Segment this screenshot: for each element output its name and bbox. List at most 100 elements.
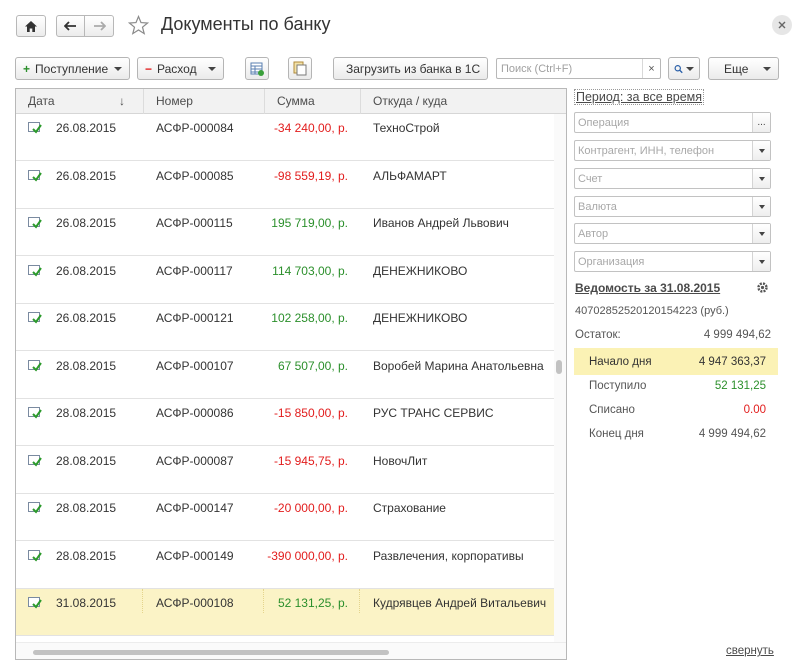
received-value: 52 131,25 bbox=[714, 380, 766, 392]
vertical-scroll-thumb[interactable] bbox=[556, 360, 562, 374]
back-button[interactable] bbox=[56, 15, 85, 37]
search-input[interactable]: Поиск (Ctrl+F) × bbox=[496, 58, 661, 79]
counterparty-dropdown-button[interactable] bbox=[752, 141, 770, 160]
counterparty-placeholder: Контрагент, ИНН, телефон bbox=[578, 145, 715, 157]
written-off-label: Списано bbox=[589, 404, 635, 416]
horizontal-scrollbar[interactable] bbox=[16, 642, 566, 659]
received-label: Поступило bbox=[589, 380, 647, 392]
period-link[interactable]: Период: за все время bbox=[574, 89, 705, 105]
posted-document-icon bbox=[28, 312, 42, 324]
chevron-down-icon bbox=[758, 204, 765, 209]
arrow-right-icon bbox=[93, 21, 106, 31]
row-counterparty: Кудрявцев Андрей Витальевич bbox=[373, 596, 547, 610]
row-counterparty: Иванов Андрей Львович bbox=[373, 216, 509, 230]
operation-select-button[interactable]: ... bbox=[752, 113, 770, 132]
chevron-down-icon bbox=[114, 66, 122, 71]
row-date: 28.08.2015 bbox=[56, 453, 117, 468]
expense-label: Расход bbox=[157, 61, 197, 76]
posted-document-icon bbox=[28, 264, 42, 277]
organization-field[interactable]: Организация bbox=[574, 251, 771, 272]
posted-document-icon bbox=[28, 359, 42, 372]
document-copy-icon bbox=[293, 61, 307, 76]
chevron-down-icon bbox=[208, 66, 216, 71]
row-date: 26.08.2015 bbox=[56, 263, 117, 278]
chevron-down-icon bbox=[758, 148, 765, 153]
account-field[interactable]: Счет bbox=[574, 168, 771, 189]
table-row[interactable]: 28.08.2015 АСФР-000149 -390 000,00, р. Разв… bbox=[16, 542, 554, 589]
posted-document-icon bbox=[28, 502, 42, 514]
clear-search-button[interactable]: × bbox=[642, 59, 660, 78]
create-statement-button[interactable] bbox=[245, 57, 269, 80]
gear-icon[interactable] bbox=[756, 281, 769, 294]
page-title: Документы по банку bbox=[161, 14, 331, 34]
table-row[interactable]: 26.08.2015 АСФР-000085 -98 559,19, р. АЛЬФА… bbox=[16, 162, 554, 209]
chevron-down-icon bbox=[758, 259, 765, 264]
start-of-day-value: 4 947 363,37 bbox=[698, 356, 766, 368]
row-date: 26.08.2015 bbox=[56, 121, 117, 135]
row-amount: 67 507,00, р. bbox=[277, 358, 348, 373]
organization-placeholder: Организация bbox=[578, 256, 645, 268]
currency-dropdown-button[interactable] bbox=[752, 197, 770, 216]
row-counterparty: ТехноСтрой bbox=[373, 121, 440, 135]
copy-document-button[interactable] bbox=[288, 57, 312, 80]
receipt-button[interactable]: + Поступление bbox=[15, 57, 130, 80]
account-dropdown-button[interactable] bbox=[752, 169, 770, 188]
column-header-date[interactable]: Дата ↓ bbox=[16, 89, 143, 114]
posted-document-icon bbox=[28, 122, 42, 134]
table-row[interactable]: 28.08.2015 АСФР-000107 67 507,00, р. Воробе… bbox=[16, 352, 554, 399]
posted-document-icon bbox=[28, 454, 42, 467]
row-date: 28.08.2015 bbox=[56, 358, 117, 373]
table-row[interactable]: 26.08.2015 АСФР-000115 195 719,00, р. Ивано… bbox=[16, 209, 554, 256]
more-button[interactable]: Еще bbox=[708, 57, 779, 80]
start-of-day-label: Начало дня bbox=[589, 356, 652, 368]
favorite-star-icon[interactable] bbox=[128, 15, 149, 35]
table-header: Дата ↓ Номер Сумма Откуда / куда bbox=[16, 89, 566, 114]
row-amount: -15 850,00, р. bbox=[273, 406, 348, 420]
collapse-link[interactable]: свернуть bbox=[726, 645, 774, 657]
statement-link[interactable]: Ведомость за 31.08.2015 bbox=[575, 281, 720, 295]
posted-document-icon bbox=[28, 217, 42, 229]
documents-table: Дата ↓ Номер Сумма Откуда / куда 26.08.2… bbox=[15, 88, 567, 660]
search-options-button[interactable] bbox=[668, 57, 700, 80]
chevron-down-icon bbox=[686, 66, 694, 71]
author-field[interactable]: Автор bbox=[574, 223, 771, 244]
row-amount: -98 559,19, р. bbox=[273, 168, 348, 183]
table-row[interactable]: 28.08.2015 АСФР-000147 -20 000,00, р. Страх… bbox=[16, 494, 554, 541]
row-date: 28.08.2015 bbox=[56, 548, 117, 563]
chevron-down-icon bbox=[763, 66, 771, 71]
row-date: 26.08.2015 bbox=[56, 311, 117, 325]
row-amount: 114 703,00, р. bbox=[272, 263, 348, 278]
load-from-bank-button[interactable]: Загрузить из банка в 1С bbox=[333, 57, 488, 80]
account-placeholder: Счет bbox=[578, 173, 603, 185]
column-header-amount[interactable]: Сумма bbox=[264, 89, 360, 114]
currency-field[interactable]: Валюта bbox=[574, 196, 771, 217]
organization-dropdown-button[interactable] bbox=[752, 252, 770, 271]
table-row[interactable]: 26.08.2015 АСФР-000084 -34 240,00, р. Техно… bbox=[16, 114, 554, 161]
table-row[interactable]: 28.08.2015 АСФР-000087 -15 945,75, р. Новоч… bbox=[16, 447, 554, 494]
row-date: 26.08.2015 bbox=[56, 168, 117, 183]
horizontal-scroll-thumb[interactable] bbox=[33, 650, 389, 655]
balance-value: 4 999 494,62 bbox=[703, 329, 771, 341]
vertical-scrollbar[interactable] bbox=[554, 114, 566, 642]
written-off-value: 0.00 bbox=[743, 404, 766, 416]
plus-icon: + bbox=[23, 61, 31, 76]
row-amount: -20 000,00, р. bbox=[273, 501, 348, 515]
table-row[interactable]: 26.08.2015 АСФР-000117 114 703,00, р. ДЕНЕЖ… bbox=[16, 257, 554, 304]
end-of-day-value: 4 999 494,62 bbox=[698, 428, 766, 440]
end-of-day-label: Конец дня bbox=[589, 428, 644, 440]
table-row[interactable]: 28.08.2015 АСФР-000086 -15 850,00, р. РУС Т… bbox=[16, 399, 554, 446]
author-dropdown-button[interactable] bbox=[752, 224, 770, 243]
column-header-number[interactable]: Номер bbox=[143, 89, 264, 114]
home-button[interactable] bbox=[16, 15, 46, 37]
counterparty-field[interactable]: Контрагент, ИНН, телефон bbox=[574, 140, 771, 161]
column-header-counterparty[interactable]: Откуда / куда bbox=[360, 89, 554, 114]
close-button[interactable] bbox=[772, 15, 792, 35]
row-date: 31.08.2015 bbox=[56, 596, 117, 610]
forward-button[interactable] bbox=[84, 15, 114, 37]
sort-descending-icon: ↓ bbox=[119, 94, 125, 108]
table-row[interactable]: 26.08.2015 АСФР-000121 102 258,00, р. ДЕНЕЖ… bbox=[16, 304, 554, 351]
more-label: Еще bbox=[724, 61, 749, 76]
table-row[interactable]: 31.08.2015 АСФР-000108 52 131,25, р. Кудряв… bbox=[16, 589, 554, 636]
expense-button[interactable]: − Расход bbox=[137, 57, 224, 80]
operation-field[interactable]: Операция ... bbox=[574, 112, 771, 133]
